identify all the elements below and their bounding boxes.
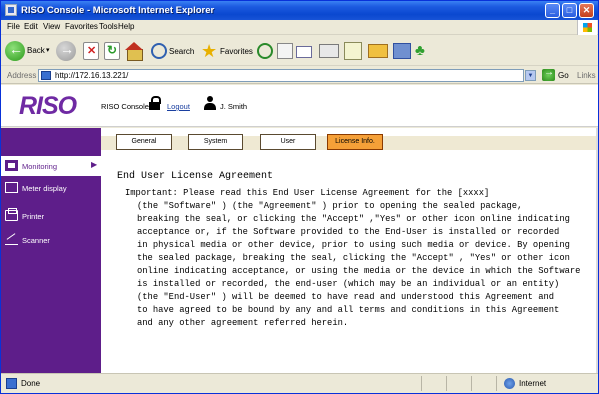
eula-line: to have agreed to be bound by any and al… — [137, 305, 560, 315]
menu-tools[interactable]: Tools — [99, 22, 118, 31]
main-content: General System User License Info. End Us… — [101, 128, 598, 373]
scanner-icon — [5, 234, 18, 245]
media-icon[interactable] — [257, 43, 273, 59]
close-button[interactable]: ✕ — [579, 3, 594, 18]
tab-strip: General System User License Info. — [101, 128, 598, 158]
go-arrow-icon[interactable] — [542, 67, 555, 81]
search-icon[interactable] — [151, 43, 167, 59]
tab-license-info[interactable]: License Info. — [327, 134, 383, 150]
sidebar-item-meter-display[interactable]: Meter display — [1, 178, 101, 198]
eula-line: (the "End-User" ) will be deemed to have… — [137, 292, 555, 302]
mail-icon[interactable] — [296, 43, 316, 59]
ie-app-icon — [5, 4, 17, 16]
eula-line: acceptance or, if the Software provided … — [137, 227, 560, 237]
user-icon — [204, 96, 216, 110]
eula-title: End User License Agreement — [117, 171, 274, 182]
refresh-button[interactable] — [104, 42, 120, 60]
menu-edit[interactable]: Edit — [24, 22, 38, 31]
right-edge — [596, 128, 598, 373]
address-label: Address — [7, 71, 37, 80]
status-divider — [421, 376, 422, 391]
sidebar-item-label: Scanner — [22, 236, 50, 245]
menu-help[interactable]: Help — [118, 22, 134, 31]
sidebar-item-monitoring[interactable]: Monitoring ▶ — [1, 156, 101, 176]
tab-general[interactable]: General — [116, 134, 172, 150]
discuss-icon[interactable] — [393, 43, 411, 59]
security-zone: Internet — [519, 379, 547, 388]
history-icon[interactable] — [277, 43, 293, 59]
minimize-button[interactable]: _ — [545, 3, 560, 18]
home-button[interactable] — [125, 42, 143, 61]
sidebar: Monitoring ▶ Meter display Printer Scann… — [1, 128, 101, 373]
go-button[interactable]: Go — [558, 71, 569, 80]
favorites-label[interactable]: Favorites — [220, 47, 253, 56]
favorites-star-icon[interactable]: ★ — [201, 42, 219, 60]
riso-logo: RISO — [19, 92, 77, 120]
address-url[interactable]: http://172.16.13.221/ — [55, 71, 128, 80]
back-button[interactable] — [5, 41, 25, 61]
browser-window: RISO Console - Microsoft Internet Explor… — [0, 0, 599, 394]
tab-user[interactable]: User — [260, 134, 316, 150]
maximize-button[interactable]: □ — [562, 3, 577, 18]
menu-favorites[interactable]: Favorites — [65, 22, 98, 31]
sidebar-item-scanner[interactable]: Scanner — [1, 230, 101, 250]
menu-file[interactable]: File — [7, 22, 20, 31]
lock-icon — [149, 96, 161, 110]
eula-line: and any other agreement referred herein. — [137, 318, 349, 328]
sidebar-item-label: Monitoring — [22, 162, 58, 171]
chevron-right-icon: ▶ — [91, 160, 98, 169]
user-name: J. Smith — [220, 102, 248, 111]
menu-view[interactable]: View — [43, 22, 60, 31]
status-divider — [446, 376, 447, 391]
messenger-icon[interactable]: ♣ — [415, 42, 431, 60]
monitor-icon — [5, 160, 18, 171]
window-title: RISO Console - Microsoft Internet Explor… — [21, 5, 215, 16]
status-text: Done — [21, 379, 41, 388]
search-label[interactable]: Search — [169, 47, 194, 56]
address-input[interactable]: http://172.16.13.221/ — [38, 69, 524, 82]
logout-link[interactable]: Logout — [167, 102, 190, 111]
riso-header: RISO RISO Console Logout J. Smith — [1, 85, 598, 127]
print-icon[interactable] — [319, 44, 339, 58]
forward-button[interactable] — [56, 41, 76, 61]
stop-button[interactable] — [83, 42, 99, 60]
links-button[interactable]: Links — [577, 71, 596, 80]
eula-body: Important: Please read this End User Lic… — [125, 187, 581, 330]
eula-line: the sealed package, breaking the seal, c… — [137, 253, 570, 263]
sidebar-item-printer[interactable]: Printer — [1, 206, 101, 226]
page-done-icon — [6, 378, 17, 389]
windows-logo-icon — [577, 20, 597, 35]
status-divider — [496, 376, 497, 391]
eula-line: breaking the seal, or clicking the "Acce… — [137, 214, 570, 224]
tab-system[interactable]: System — [188, 134, 243, 150]
meter-icon — [5, 182, 18, 193]
address-bar: Address http://172.16.13.221/ ▼ Go Links — [1, 67, 598, 84]
sidebar-item-label: Printer — [22, 212, 45, 221]
back-label[interactable]: Back — [27, 46, 45, 55]
printer-icon — [5, 208, 18, 221]
internet-globe-icon — [504, 378, 515, 389]
eula-line: (the "Software" ) (the "Agreement" ) pri… — [137, 201, 523, 211]
eula-line: in physical media or other device, prior… — [137, 240, 570, 250]
sidebar-item-label: Meter display — [22, 184, 67, 193]
status-bar: Done Internet — [1, 373, 598, 393]
menu-bar: File Edit View Favorites Tools Help — [1, 20, 598, 35]
edit-icon[interactable] — [344, 42, 362, 60]
toolbar: Back ▾ Search ★ Favorites ♣ — [1, 36, 598, 66]
status-divider — [471, 376, 472, 391]
folder-icon[interactable] — [368, 44, 388, 58]
page-icon — [41, 71, 51, 80]
eula-line: online indicating acceptance, or using t… — [137, 266, 581, 276]
eula-line: Important: Please read this End User Lic… — [125, 188, 490, 198]
title-bar[interactable]: RISO Console - Microsoft Internet Explor… — [1, 1, 598, 20]
eula-line: is installed or recorded, the end-user (… — [137, 279, 560, 289]
address-dropdown-icon[interactable]: ▼ — [525, 70, 536, 81]
back-dropdown-icon[interactable]: ▾ — [46, 46, 50, 54]
app-label: RISO Console — [101, 102, 149, 111]
